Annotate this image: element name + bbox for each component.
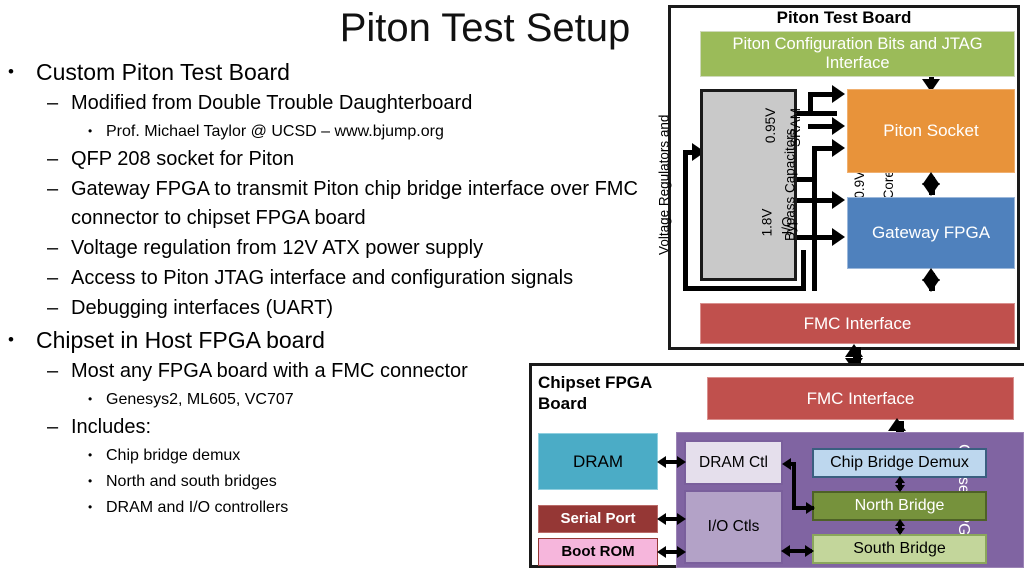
dram-ctl-arrowhead-right	[677, 456, 686, 468]
serial-io-arrowhead-right	[677, 513, 686, 525]
serial-port-block: Serial Port	[538, 505, 658, 533]
piton-configuration-label: Piton Configuration Bits and JTAG Interf…	[732, 35, 983, 72]
chipset-fpga-board-title-line1: Chipset FPGA	[538, 373, 653, 392]
power-rail-sram-arrowhead	[832, 139, 845, 157]
page-title: Piton Test Setup	[339, 6, 631, 50]
gateway-fpga-label: Gateway FPGA	[871, 223, 991, 243]
northbridge-southbridge-arrowhead-down	[895, 528, 905, 535]
gateway-fpga-block: Gateway FPGA	[847, 197, 1015, 269]
power-rail-gateway-arrowhead	[832, 228, 845, 246]
bullet-marker: •	[8, 62, 14, 81]
dram-controller-block: DRAM Ctl	[684, 440, 783, 485]
power-rail-io-arrowhead	[832, 191, 845, 209]
serial-port-label: Serial Port	[560, 510, 636, 528]
list-item: – Modified from Double Trouble Daughterb…	[0, 89, 660, 118]
chipset-board-fmc-interface-block: FMC Interface	[707, 377, 1014, 420]
slide-canvas: Piton Test Setup • Custom Piton Test Boa…	[0, 0, 1024, 568]
chipset-board-fmc-interface-label: FMC Interface	[806, 388, 915, 408]
bootrom-io-arrowhead-left	[657, 546, 666, 558]
list-item-label: Modified from Double Trouble Daughterboa…	[71, 92, 473, 114]
dram-ctl-arrowhead-left	[657, 456, 666, 468]
bullet-marker: –	[47, 237, 59, 259]
northbridge-wire-arrowhead-right	[806, 502, 815, 514]
chipset-fpga-board-title-line2: Board	[538, 394, 588, 413]
power-rail-core-wire-h	[797, 111, 837, 116]
bullet-marker: •	[88, 448, 93, 462]
fmc-demux-arrowhead-up	[888, 418, 906, 431]
list-item-label: Voltage regulation from 12V ATX power su…	[71, 237, 484, 259]
piton-configuration-block: Piton Configuration Bits and JTAG Interf…	[700, 31, 1015, 77]
voltage-block-name-line1: Voltage Regulators and	[655, 114, 671, 256]
list-item: – Access to Piton JTAG interface and con…	[0, 264, 660, 293]
bullet-marker: –	[47, 178, 59, 200]
board-to-board-arrowhead-up	[845, 344, 863, 357]
piton-board-fmc-interface-block: FMC Interface	[700, 303, 1015, 344]
boot-rom-block: Boot ROM	[538, 538, 658, 566]
piton-socket-block: Piton Socket	[847, 89, 1015, 173]
list-item-label: Chipset in Host FPGA board	[36, 327, 325, 353]
power-rail-core2-arrowhead	[832, 117, 845, 135]
demux-northbridge-arrowhead-down	[895, 485, 905, 492]
socket-gateway-arrowhead-down	[922, 183, 940, 196]
piton-test-board-title: Piton Test Board	[776, 8, 912, 27]
list-item: • Prof. Michael Taylor @ UCSD – www.bjum…	[0, 119, 660, 144]
list-item-label: QFP 208 socket for Piton	[71, 148, 295, 170]
bullet-marker: •	[88, 500, 93, 514]
ioctls-southbridge-arrowhead-left	[781, 545, 790, 557]
ioctls-southbridge-arrowhead-right	[805, 545, 814, 557]
list-item-label: Debugging interfaces (UART)	[71, 297, 333, 319]
boot-rom-label: Boot ROM	[561, 543, 635, 561]
gateway-fmc-arrowhead-down	[922, 279, 940, 292]
north-bridge-block: North Bridge	[812, 491, 987, 521]
northbridge-southbridge-arrowhead-up	[895, 519, 905, 526]
rail-domain-core: Core	[881, 170, 897, 200]
north-bridge-label: North Bridge	[854, 496, 945, 514]
list-item: • Custom Piton Test Board	[0, 56, 660, 88]
bullet-marker: –	[47, 360, 59, 382]
rail-voltage-core: 0.9V	[852, 171, 868, 199]
list-item: – QFP 208 socket for Piton	[0, 145, 660, 174]
bullet-marker: •	[88, 124, 93, 138]
south-bridge-block: South Bridge	[812, 534, 987, 564]
serial-io-arrowhead-left	[657, 513, 666, 525]
chip-bridge-demux-block: Chip Bridge Demux	[812, 448, 987, 478]
south-bridge-label: South Bridge	[853, 539, 946, 557]
power-rail-core-arrowhead	[832, 85, 845, 103]
io-controllers-block: I/O Ctls	[684, 490, 783, 564]
northbridge-dramctl-arrowhead	[782, 458, 791, 470]
dram-block: DRAM	[538, 433, 658, 490]
bullet-marker: –	[47, 297, 59, 319]
io-controllers-label: I/O Ctls	[707, 518, 760, 536]
bullet-marker: –	[47, 267, 59, 289]
piton-socket-label: Piton Socket	[883, 121, 979, 141]
list-item-label: Access to Piton JTAG interface and confi…	[71, 267, 574, 289]
voltage-regulators-block: Core 0.9V Bypass Capacitors Voltage Regu…	[656, 89, 896, 281]
list-item: – Gateway FPGA to transmit Piton chip br…	[0, 175, 660, 233]
config-feedback-wire-bottom	[683, 286, 806, 291]
power-rail-gateway-riser	[812, 146, 817, 291]
chipset-fpga-board-title: Chipset FPGA Board	[538, 372, 678, 414]
bullet-marker: –	[47, 416, 59, 438]
northbridge-dramctl-wire-v	[792, 462, 796, 510]
piton-board-fmc-interface-label: FMC Interface	[803, 313, 912, 333]
bullet-marker: –	[47, 148, 59, 170]
bullet-marker: •	[88, 392, 93, 406]
bootrom-io-arrowhead-right	[677, 546, 686, 558]
list-item-label: Prof. Michael Taylor @ UCSD – www.bjump.…	[106, 123, 444, 140]
voltage-block-name-line2: Bypass Capacitors	[782, 128, 798, 242]
list-item-label: Custom Piton Test Board	[36, 59, 290, 85]
bullet-marker: •	[8, 330, 14, 349]
dram-controller-label: DRAM Ctl	[699, 453, 768, 471]
chip-bridge-demux-label: Chip Bridge Demux	[830, 453, 969, 471]
list-item: – Voltage regulation from 12V ATX power …	[0, 234, 660, 263]
demux-northbridge-arrowhead-up	[895, 476, 905, 483]
bullet-marker: –	[47, 92, 59, 114]
bullet-marker: •	[88, 474, 93, 488]
list-item-label: Gateway FPGA to transmit Piton chip brid…	[71, 178, 638, 229]
dram-label: DRAM	[572, 451, 624, 471]
list-item: • Chipset in Host FPGA board	[0, 324, 660, 356]
list-item: – Debugging interfaces (UART)	[0, 294, 660, 323]
